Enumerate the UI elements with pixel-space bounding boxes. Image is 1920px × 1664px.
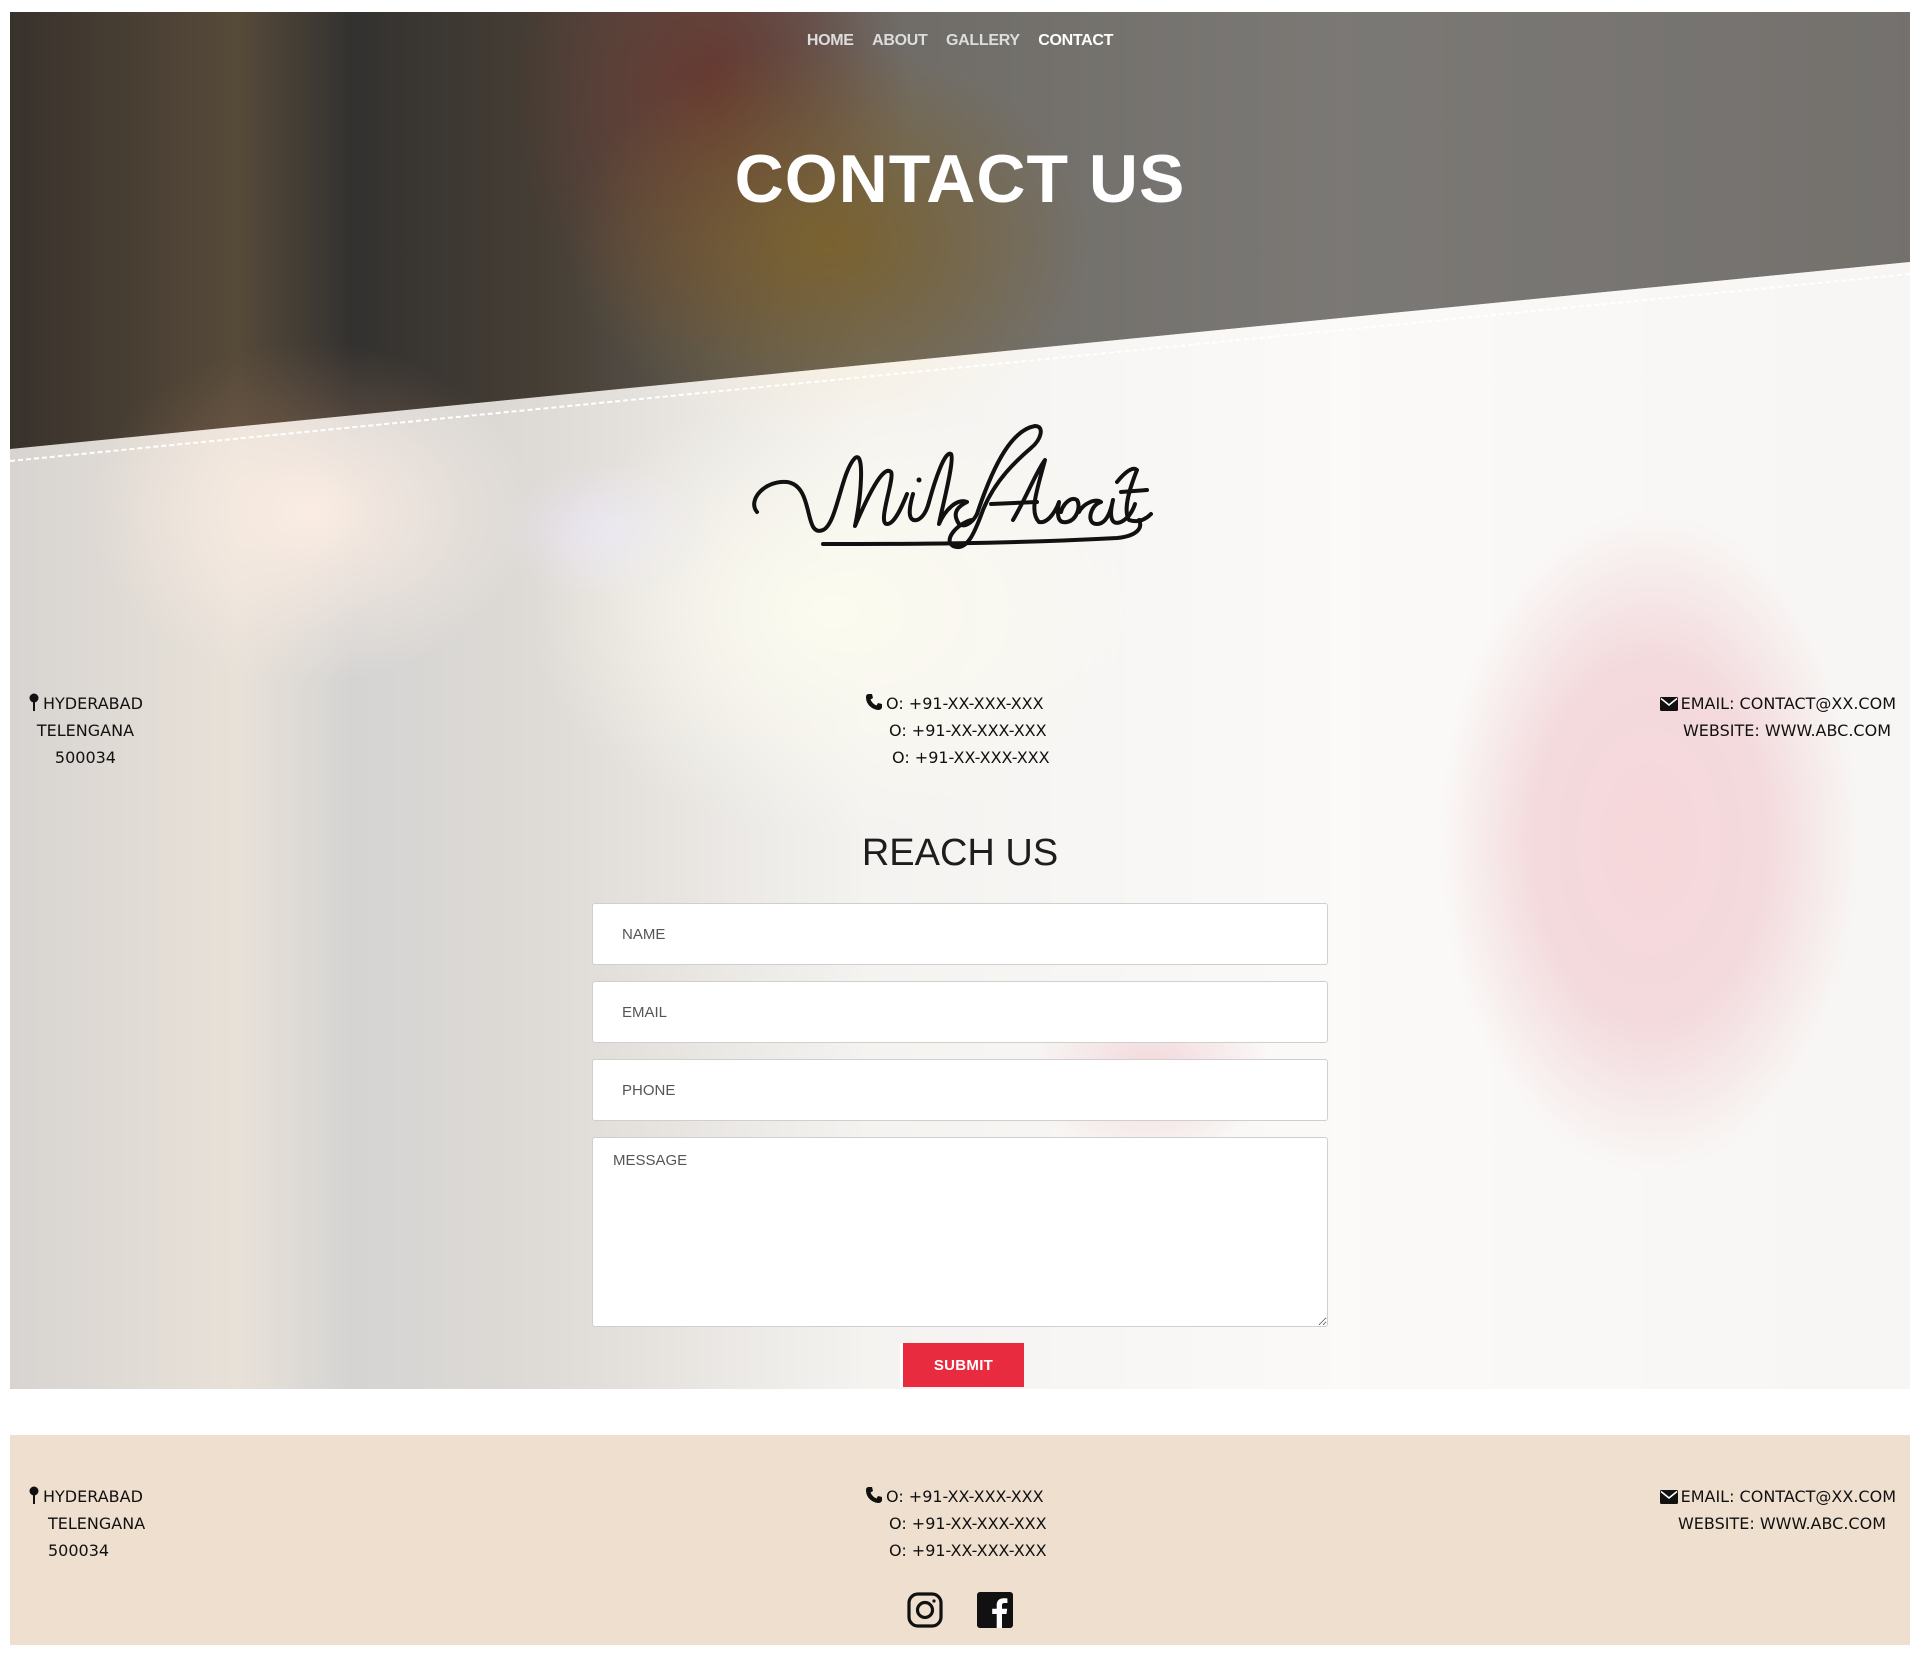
footer-phone-line-2: O: +91-XX-XXX-XXX (889, 1514, 1047, 1533)
email-input[interactable] (592, 981, 1328, 1043)
address-line-3: 500034 (54, 748, 116, 767)
envelope-icon (1659, 1490, 1678, 1504)
social-links (0, 1592, 1920, 1632)
footer-email-text[interactable]: EMAIL: CONTACT@XX.COM (1681, 1487, 1896, 1506)
name-input[interactable] (592, 903, 1328, 965)
footer-phone-block: O: +91-XX-XXX-XXX O: +91-XX-XXX-XXX O: +… (865, 1483, 1047, 1564)
footer-address-block: HYDERABAD TELENGANA 500034 (28, 1483, 145, 1564)
footer-website-text[interactable]: WEBSITE: WWW.ABC.COM (1660, 1510, 1896, 1537)
envelope-icon (1659, 697, 1678, 711)
form-title: REACH US (861, 832, 1059, 874)
address-line-1: HYDERABAD (43, 694, 143, 713)
footer-address-line-3: 500034 (48, 1541, 110, 1560)
instagram-icon[interactable] (907, 1592, 944, 1632)
map-pin-icon (29, 693, 39, 711)
email-block: EMAIL: CONTACT@XX.COM WEBSITE: WWW.ABC.C… (1659, 690, 1896, 744)
phone-block: O: +91-XX-XXX-XXX O: +91-XX-XXX-XXX O: +… (865, 690, 1050, 771)
page-title: CONTACT US (734, 141, 1186, 217)
footer-phone-line-3: O: +91-XX-XXX-XXX (889, 1541, 1047, 1560)
phone-icon (866, 694, 882, 710)
address-block: HYDERABAD TELENGANA 500034 (28, 690, 143, 771)
nav-home[interactable]: HOME (807, 32, 854, 50)
phone-line-3: O: +91-XX-XXX-XXX (892, 748, 1050, 767)
phone-line-1: O: +91-XX-XXX-XXX (886, 694, 1044, 713)
footer-address-line-2: TELENGANA (48, 1514, 146, 1533)
facebook-icon[interactable] (976, 1592, 1013, 1632)
milkfloat-logo (752, 424, 1153, 550)
nav-gallery[interactable]: GALLERY (946, 32, 1020, 50)
submit-button[interactable]: SUBMIT (900, 1343, 1024, 1387)
footer-address-line-1: HYDERABAD (43, 1487, 143, 1506)
phone-input[interactable] (592, 1059, 1328, 1121)
footer-phone-line-1: O: +91-XX-XXX-XXX (886, 1487, 1044, 1506)
nav-contact[interactable]: CONTACT (1038, 32, 1113, 50)
phone-icon (866, 1487, 882, 1503)
nav-about[interactable]: ABOUT (872, 32, 928, 50)
email-text[interactable]: EMAIL: CONTACT@XX.COM (1681, 694, 1896, 713)
address-line-2: TELENGANA (36, 721, 135, 740)
website-text[interactable]: WEBSITE: WWW.ABC.COM (1660, 717, 1896, 744)
main-nav: HOME ABOUT GALLERY CONTACT (0, 32, 1920, 50)
phone-line-2: O: +91-XX-XXX-XXX (889, 721, 1047, 740)
map-pin-icon (29, 1486, 39, 1504)
footer-email-block: EMAIL: CONTACT@XX.COM WEBSITE: WWW.ABC.C… (1659, 1483, 1896, 1537)
message-textarea[interactable] (592, 1137, 1328, 1327)
